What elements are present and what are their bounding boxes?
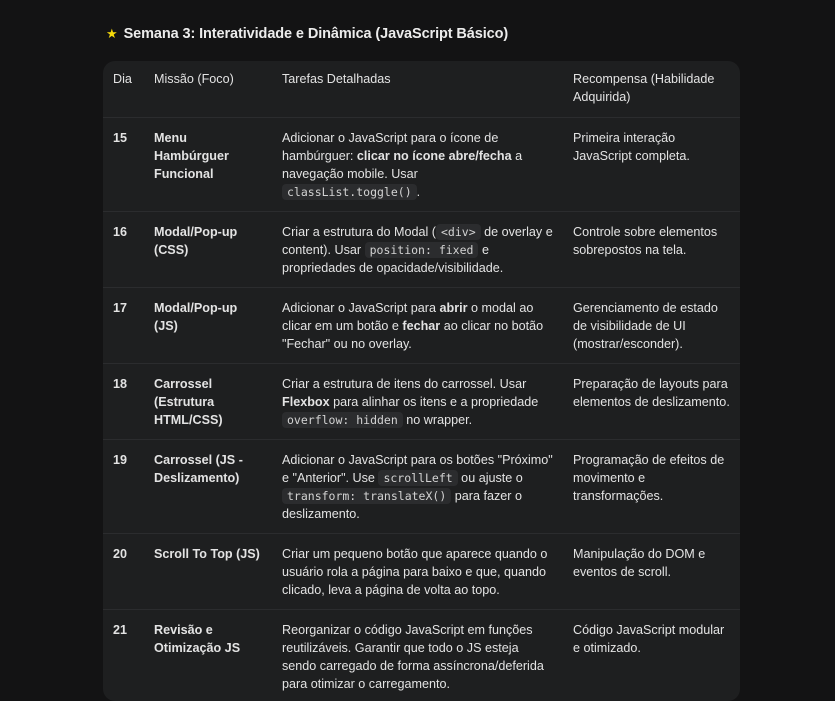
row-reward: Gerenciamento de estado de visibilidade … — [563, 288, 740, 364]
table-header-row: Dia Missão (Foco) Tarefas Detalhadas Rec… — [103, 61, 740, 118]
inline-code: scrollLeft — [378, 470, 457, 486]
table-row: 16Modal/Pop-up (CSS)Criar a estrutura do… — [103, 212, 740, 288]
row-day: 16 — [103, 212, 144, 288]
row-tasks: Adicionar o JavaScript para abrir o moda… — [272, 288, 563, 364]
task-text: Adicionar o JavaScript para — [282, 301, 440, 315]
table-row: 17Modal/Pop-up (JS)Adicionar o JavaScrip… — [103, 288, 740, 364]
table-row: 20Scroll To Top (JS)Criar um pequeno bot… — [103, 534, 740, 610]
bold-text: Flexbox — [282, 395, 330, 409]
inline-code: transform: translateX() — [282, 488, 451, 504]
row-reward: Controle sobre elementos sobrepostos na … — [563, 212, 740, 288]
row-tasks: Reorganizar o código JavaScript em funçõ… — [272, 610, 563, 701]
row-mission: Scroll To Top (JS) — [144, 534, 272, 610]
task-text: no wrapper. — [403, 413, 472, 427]
table-row: 19Carrossel (JS - Deslizamento)Adicionar… — [103, 440, 740, 534]
header-dia: Dia — [103, 61, 144, 118]
inline-code: position: fixed — [365, 242, 479, 258]
task-text: para alinhar os itens e a propriedade — [330, 395, 539, 409]
bold-text: abrir — [440, 301, 468, 315]
row-day: 21 — [103, 610, 144, 701]
row-reward: Programação de efeitos de movimento e tr… — [563, 440, 740, 534]
bold-text: clicar no ícone abre/fecha — [357, 149, 512, 163]
row-day: 20 — [103, 534, 144, 610]
task-text: Criar um pequeno botão que aparece quand… — [282, 547, 547, 597]
task-text: Criar a estrutura do Modal ( — [282, 225, 436, 239]
section-title: Semana 3: Interatividade e Dinâmica (Jav… — [124, 26, 509, 42]
row-day: 17 — [103, 288, 144, 364]
star-icon: ★ — [106, 26, 118, 42]
table-row: 18Carrossel (Estrutura HTML/CSS) Criar a … — [103, 364, 740, 440]
row-mission: Menu Hambúrguer Funcional — [144, 118, 272, 212]
row-reward: Preparação de layouts para elementos de … — [563, 364, 740, 440]
row-day: 15 — [103, 118, 144, 212]
plan-table: Dia Missão (Foco) Tarefas Detalhadas Rec… — [103, 61, 740, 701]
task-text: ou ajuste o — [458, 471, 523, 485]
row-tasks: Criar um pequeno botão que aparece quand… — [272, 534, 563, 610]
row-mission: Modal/Pop-up (CSS) — [144, 212, 272, 288]
inline-code: <div> — [436, 224, 481, 240]
row-mission: Carrossel (Estrutura HTML/CSS) — [144, 364, 272, 440]
row-day: 19 — [103, 440, 144, 534]
header-missao: Missão (Foco) — [144, 61, 272, 118]
header-tarefas: Tarefas Detalhadas — [272, 61, 563, 118]
row-mission: Modal/Pop-up (JS) — [144, 288, 272, 364]
row-reward: Manipulação do DOM e eventos de scroll. — [563, 534, 740, 610]
inline-code: overflow: hidden — [282, 412, 403, 428]
row-mission: Revisão e Otimização JS — [144, 610, 272, 701]
task-text: Reorganizar o código JavaScript em funçõ… — [282, 623, 544, 691]
table-row: 21Revisão e Otimização JSReorganizar o c… — [103, 610, 740, 701]
header-recompensa: Recompensa (Habilidade Adquirida) — [563, 61, 740, 118]
row-reward: Primeira interação JavaScript completa. — [563, 118, 740, 212]
row-tasks: Adicionar o JavaScript para os botões "P… — [272, 440, 563, 534]
bold-text: fechar — [402, 319, 440, 333]
row-tasks: Criar a estrutura do Modal (<div> de ove… — [272, 212, 563, 288]
section-heading: ★ Semana 3: Interatividade e Dinâmica (J… — [106, 26, 508, 42]
inline-code: classList.toggle() — [282, 184, 417, 200]
table-row: 15Menu Hambúrguer FuncionalAdicionar o J… — [103, 118, 740, 212]
row-reward: Código JavaScript modular e otimizado. — [563, 610, 740, 701]
task-text: . — [417, 185, 421, 199]
task-text: Criar a estrutura de itens do carrossel.… — [282, 377, 526, 391]
row-tasks: Adicionar o JavaScript para o ícone de h… — [272, 118, 563, 212]
row-tasks: Criar a estrutura de itens do carrossel.… — [272, 364, 563, 440]
plan-table-container: Dia Missão (Foco) Tarefas Detalhadas Rec… — [103, 61, 740, 701]
row-day: 18 — [103, 364, 144, 440]
row-mission: Carrossel (JS - Deslizamento) — [144, 440, 272, 534]
